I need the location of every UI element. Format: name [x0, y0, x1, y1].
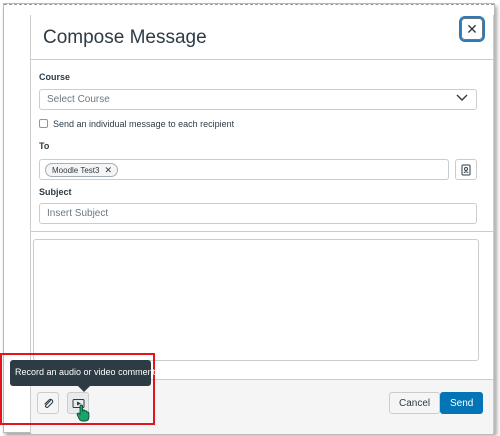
header-divider — [31, 59, 493, 60]
course-label: Course — [39, 72, 71, 82]
individual-message-checkbox[interactable] — [39, 119, 48, 128]
subject-input[interactable]: Insert Subject — [39, 203, 477, 224]
subject-label: Subject — [39, 187, 72, 197]
recipients-input[interactable]: Moodle Test3 ✕ — [39, 159, 449, 180]
message-body-textarea[interactable] — [33, 239, 479, 361]
chevron-down-icon — [456, 94, 468, 105]
individual-message-label: Send an individual message to each recip… — [53, 119, 235, 129]
torn-edge — [4, 4, 494, 5]
address-book-icon — [461, 164, 471, 175]
recipient-chip: Moodle Test3 ✕ — [45, 163, 118, 177]
dialog-title: Compose Message — [43, 27, 207, 48]
close-button[interactable]: ✕ — [459, 16, 485, 42]
course-select-value: Select Course — [47, 94, 110, 105]
send-button[interactable]: Send — [440, 392, 484, 414]
subject-divider — [31, 231, 493, 232]
media-comment-tooltip: Record an audio or video comment — [10, 360, 155, 392]
address-book-button[interactable] — [455, 159, 477, 180]
subject-placeholder: Insert Subject — [47, 208, 109, 219]
hand-cursor-icon — [76, 404, 90, 422]
recipient-chip-label: Moodle Test3 — [52, 166, 100, 175]
remove-recipient-icon[interactable]: ✕ — [104, 166, 112, 176]
close-icon: ✕ — [466, 21, 478, 37]
course-select[interactable]: Select Course — [39, 89, 477, 110]
to-label: To — [39, 141, 50, 151]
cancel-button[interactable]: Cancel — [389, 392, 441, 414]
